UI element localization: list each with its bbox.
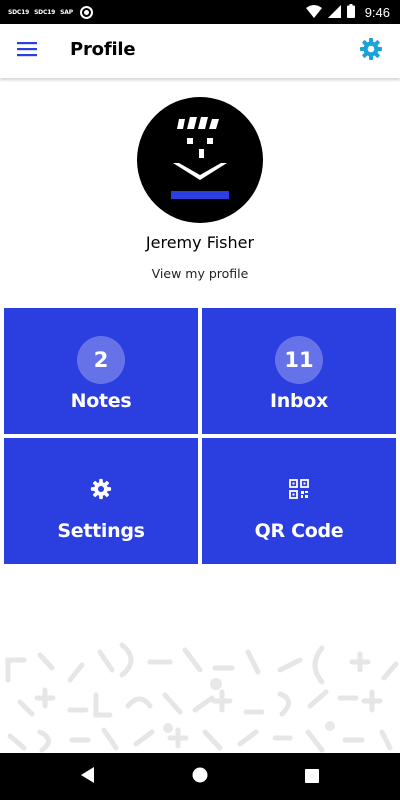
record-icon bbox=[79, 5, 93, 19]
notes-label: Notes bbox=[70, 390, 132, 412]
battery-icon bbox=[346, 3, 355, 22]
settings-tile[interactable]: Settings bbox=[4, 438, 198, 564]
notification-tag: SDC19 bbox=[8, 8, 30, 16]
avatar-face-icon bbox=[137, 117, 263, 223]
inbox-count-badge: 11 bbox=[275, 336, 323, 384]
system-status: 9:46 bbox=[305, 0, 390, 24]
notes-count-badge: 2 bbox=[77, 336, 125, 384]
recents-square-icon bbox=[305, 768, 319, 787]
decorative-pattern bbox=[0, 640, 400, 753]
avatar[interactable] bbox=[137, 97, 263, 223]
status-bar: SDC19 SDC19 SAP 9:46 bbox=[0, 0, 400, 24]
gear-icon bbox=[90, 478, 112, 500]
clock: 9:46 bbox=[364, 4, 390, 20]
notes-tile[interactable]: 2 Notes bbox=[4, 308, 198, 434]
app-bar: Profile bbox=[0, 24, 400, 78]
view-profile-link[interactable]: View my profile bbox=[0, 266, 400, 281]
home-circle-icon bbox=[192, 767, 208, 787]
hamburger-menu-icon bbox=[17, 41, 37, 61]
settings-button[interactable] bbox=[356, 36, 386, 66]
back-button[interactable] bbox=[74, 763, 102, 791]
system-nav-bar bbox=[0, 753, 400, 800]
home-button[interactable] bbox=[186, 763, 214, 791]
gear-icon bbox=[359, 37, 383, 65]
qr-code-icon bbox=[288, 478, 310, 500]
notification-icons: SDC19 SDC19 SAP bbox=[8, 0, 93, 24]
menu-button[interactable] bbox=[10, 34, 44, 68]
wifi-icon bbox=[305, 3, 322, 22]
notification-tag: SAP bbox=[60, 8, 73, 16]
recents-button[interactable] bbox=[298, 763, 326, 791]
profile-name: Jeremy Fisher bbox=[145, 233, 255, 252]
qr-code-tile[interactable]: QR Code bbox=[202, 438, 396, 564]
settings-label: Settings bbox=[57, 520, 145, 542]
signal-icon bbox=[327, 3, 341, 22]
inbox-label: Inbox bbox=[269, 390, 328, 412]
inbox-tile[interactable]: 11 Inbox bbox=[202, 308, 396, 434]
notification-tag: SDC19 bbox=[34, 8, 56, 16]
qr-code-label: QR Code bbox=[254, 520, 344, 542]
back-triangle-icon bbox=[81, 767, 95, 787]
page-title: Profile bbox=[70, 39, 136, 60]
